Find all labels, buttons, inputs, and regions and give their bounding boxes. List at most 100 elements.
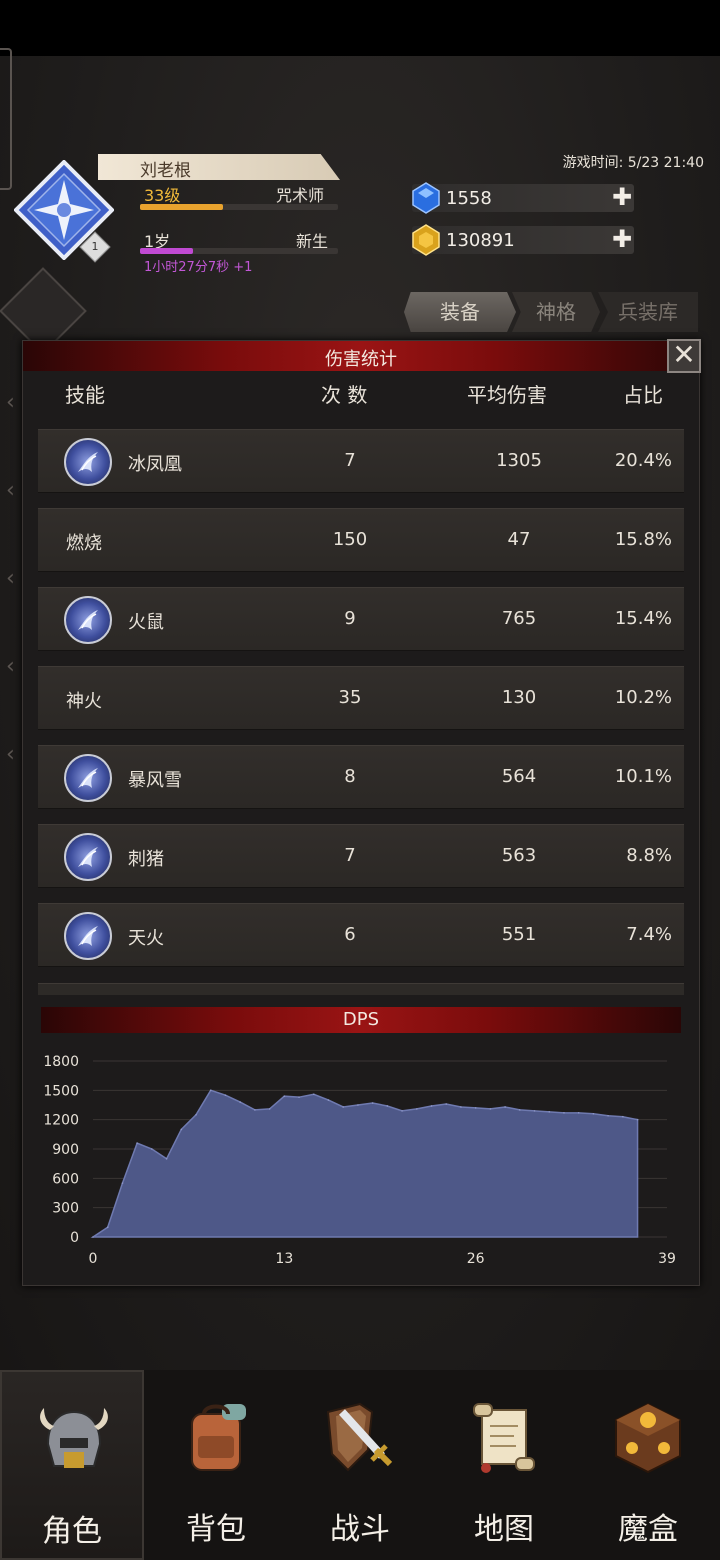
player-name: 刘老根 (140, 161, 191, 181)
close-icon: ✕ (672, 338, 696, 371)
blizzard-icon (64, 754, 112, 802)
dps-point (121, 1182, 124, 1185)
dps-point (489, 1108, 492, 1110)
player-level: 33级 (144, 186, 181, 205)
nav-label: 地图 (474, 1512, 534, 1547)
hit-count: 35 (338, 687, 362, 708)
dps-point (254, 1109, 256, 1111)
add-gold-button[interactable]: ✚ (610, 227, 634, 252)
player-class: 咒术师 (276, 186, 325, 205)
close-button[interactable]: ✕ (667, 339, 701, 373)
chevron-left-icon[interactable]: ‹ (6, 390, 15, 478)
age-progress-bar (140, 248, 338, 254)
dps-point (548, 1111, 551, 1113)
gems-value: 1558 (446, 188, 492, 209)
magic-box-icon (608, 1398, 688, 1478)
skill-name: 神火 (66, 691, 102, 712)
backpack-icon (176, 1398, 256, 1478)
x-tick-label: 0 (89, 1251, 98, 1267)
skill-name: 冰凤凰 (128, 454, 182, 475)
table-row[interactable]: 天火 6 551 7.4% (38, 903, 684, 967)
tab-divinity[interactable]: 神格 (512, 292, 600, 332)
ice-phoenix-icon (64, 438, 112, 486)
dps-chart: 0 300 600 900 1200 1500 1800 0 13 26 39 (43, 1054, 676, 1267)
nav-label: 角色 (42, 1514, 102, 1549)
table-row[interactable]: 刺猪 7 563 8.8% (38, 824, 684, 888)
dps-point (622, 1115, 624, 1118)
average-damage: 765 (501, 608, 537, 629)
table-row[interactable]: 燃烧 150 47 15.8% (38, 508, 684, 572)
damage-ratio: 8.8% (626, 845, 672, 866)
dps-point (92, 1236, 94, 1238)
dps-point (239, 1101, 241, 1103)
skill-name: 天火 (128, 928, 164, 949)
add-gems-button[interactable]: ✚ (610, 185, 634, 210)
skill-name: 刺猪 (128, 849, 164, 870)
average-damage: 564 (501, 766, 537, 787)
table-row[interactable]: 神火 35 130 10.2% (38, 666, 684, 730)
y-tick-label: 1800 (43, 1054, 79, 1070)
game-time: 游戏时间: 5/23 21:40 (562, 155, 704, 171)
damage-ratio: 20.4% (614, 450, 672, 471)
dps-point (445, 1103, 448, 1105)
table-row[interactable]: 冰凤凰 7 1305 20.4% (38, 429, 684, 493)
dps-point (533, 1110, 536, 1112)
spike-boar-icon (64, 833, 112, 881)
dps-point (312, 1093, 315, 1096)
dps-point (195, 1113, 197, 1116)
hit-count: 7 (344, 845, 356, 866)
dialog-header: 伤害统计 (23, 341, 699, 371)
dps-point (283, 1095, 286, 1097)
y-tick-label: 0 (70, 1230, 79, 1246)
average-damage: 47 (507, 529, 531, 550)
chevron-left-icon[interactable]: ‹ (6, 654, 15, 742)
nav-item-sword-shield[interactable]: 战斗 (288, 1370, 432, 1560)
chevron-left-icon[interactable]: ‹ (6, 566, 15, 654)
dps-point (460, 1106, 462, 1108)
y-tick-label: 1500 (43, 1083, 79, 1099)
dps-point (342, 1106, 345, 1108)
nav-item-backpack[interactable]: 背包 (144, 1370, 288, 1560)
nav-item-helmet[interactable]: 角色 (0, 1370, 144, 1560)
damage-ratio: 15.4% (614, 608, 672, 629)
dps-point (357, 1104, 359, 1106)
dps-point (165, 1157, 168, 1160)
table-row[interactable]: 火鼠 9 765 15.4% (38, 587, 684, 651)
table-row[interactable]: 暴风雪 8 564 10.1% (38, 745, 684, 809)
damage-ratio: 15.8% (614, 529, 672, 550)
nav-item-magic-box[interactable]: 魔盒 (576, 1370, 720, 1560)
average-damage: 551 (501, 924, 537, 945)
dps-point (592, 1113, 595, 1115)
dps-point (106, 1226, 109, 1229)
player-name-plate: 刘老根 (98, 154, 340, 180)
playtime-text: 1小时27分7秒 +1 (144, 260, 253, 275)
level-progress-bar (140, 204, 338, 210)
average-damage: 1305 (496, 450, 542, 471)
dps-point (415, 1108, 418, 1110)
helmet-icon (34, 1400, 114, 1480)
y-tick-label: 1200 (43, 1113, 79, 1129)
gems-counter: 1558 ✚ (412, 182, 634, 214)
skill-name: 火鼠 (128, 612, 164, 633)
sword-shield-icon (320, 1398, 400, 1478)
nav-item-scroll-map[interactable]: 地图 (432, 1370, 576, 1560)
equipment-tabs: 装备 神格 兵装库 (404, 292, 698, 332)
tab-arsenal[interactable]: 兵装库 (598, 292, 698, 332)
dps-point (151, 1148, 153, 1150)
average-damage: 563 (501, 845, 537, 866)
dps-point (636, 1118, 639, 1121)
column-header-ratio: 占比 (623, 383, 663, 407)
chevron-left-icon[interactable]: ‹ (6, 478, 15, 566)
dps-series-area (90, 1089, 639, 1238)
dps-point (224, 1094, 227, 1097)
chevron-left-icon[interactable]: ‹ (6, 742, 15, 830)
sky-fire-icon (64, 912, 112, 960)
dialog-title: 伤害统计 (325, 349, 397, 370)
y-tick-label: 600 (52, 1171, 79, 1187)
damage-ratio: 7.4% (626, 924, 672, 945)
tab-equipment[interactable]: 装备 (404, 292, 516, 332)
x-tick-label: 26 (467, 1251, 485, 1267)
dps-point (474, 1107, 477, 1109)
dps-point (136, 1142, 138, 1144)
average-damage: 130 (501, 687, 537, 708)
